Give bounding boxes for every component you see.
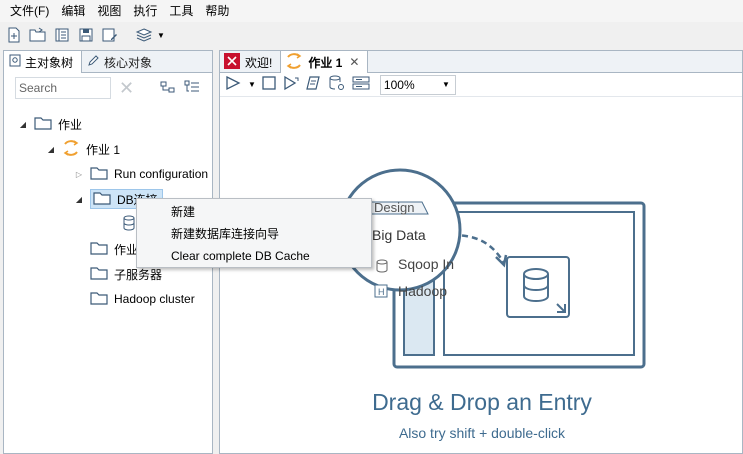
zoom-value: 100% <box>383 77 415 92</box>
menu-edit[interactable]: 编辑 <box>55 0 91 22</box>
tab-job-1-label: 作业 1 <box>308 55 343 70</box>
menu-run[interactable]: 执行 <box>127 0 163 22</box>
job-toolbar: ▼ 100% ▼ <box>220 73 742 97</box>
collapse-all-icon[interactable] <box>184 80 200 97</box>
menu-view[interactable]: 视图 <box>91 0 127 22</box>
folder-icon <box>90 241 108 258</box>
check-job-icon[interactable] <box>306 75 322 94</box>
folder-icon <box>90 291 108 308</box>
main-toolbar: ▼ <box>0 22 743 48</box>
save-as-icon[interactable] <box>99 24 121 46</box>
tree-item-database-connection[interactable] <box>122 213 136 235</box>
search-input[interactable]: Search <box>15 77 111 99</box>
search-doc-icon <box>9 54 21 70</box>
explore-repository-icon[interactable] <box>51 24 73 46</box>
expanded-arrow-icon[interactable]: ◢ <box>18 120 28 129</box>
folder-icon <box>34 116 52 133</box>
job-icon <box>62 139 80 159</box>
tab-view-label: 主对象树 <box>25 55 74 70</box>
tree-item-job-1[interactable]: ◢ 作业 1 <box>46 138 120 160</box>
left-tab-bar: 主对象树 核心对象 <box>4 51 212 73</box>
tab-welcome-label: 欢迎! <box>245 55 273 70</box>
drag-drop-subtitle: Also try shift + double-click <box>398 425 566 441</box>
welcome-icon <box>224 52 240 72</box>
new-file-icon[interactable] <box>3 24 25 46</box>
search-row: Search ✕ <box>4 73 212 103</box>
sqoop-import-label: Sqoop In <box>398 256 454 272</box>
replay-icon[interactable] <box>282 75 300 94</box>
tree-item-label: 子服务器 <box>114 267 163 282</box>
tab-design-label: 核心对象 <box>104 55 153 70</box>
context-menu-clear-db-cache[interactable]: Clear complete DB Cache <box>137 245 371 267</box>
database-explorer-icon[interactable] <box>352 75 370 94</box>
svg-text:H: H <box>378 287 385 297</box>
drag-drop-title: Drag & Drop an Entry <box>372 389 592 415</box>
design-tab-label: Design <box>374 200 414 215</box>
menu-bar: 文件(F) 编辑 视图 执行 工具 帮助 <box>0 0 743 22</box>
context-menu-new-db-wizard[interactable]: 新建数据库连接向导 <box>137 223 371 245</box>
big-data-label: Big Data <box>372 227 426 243</box>
context-menu: 新建 新建数据库连接向导 Clear complete DB Cache <box>136 198 372 268</box>
zoom-select[interactable]: 100% ▼ <box>379 74 456 95</box>
tree-item-label: 作业 <box>114 242 139 257</box>
run-icon[interactable] <box>224 75 242 94</box>
chevron-down-icon[interactable]: ▼ <box>248 80 256 89</box>
chevron-down-icon[interactable]: ▼ <box>157 31 165 40</box>
tree-item-label: 作业 <box>58 117 83 132</box>
expanded-arrow-icon[interactable]: ◢ <box>74 195 84 204</box>
close-icon[interactable]: ✕ <box>349 55 359 69</box>
tree-item-label: Hadoop cluster <box>114 292 195 306</box>
tree-item-label: Run configuration <box>114 167 209 181</box>
job-icon <box>285 52 303 72</box>
menu-file[interactable]: 文件(F) <box>4 0 55 22</box>
context-menu-new[interactable]: 新建 <box>137 201 371 223</box>
tab-welcome[interactable]: 欢迎! <box>220 51 280 73</box>
folder-icon <box>93 191 111 208</box>
expanded-arrow-icon[interactable]: ◢ <box>46 145 56 154</box>
save-icon[interactable] <box>75 24 97 46</box>
tree-item-jobs-2[interactable]: 作业 <box>90 238 138 260</box>
database-icon <box>122 215 136 234</box>
tree-item-label: 作业 1 <box>86 142 121 157</box>
menu-tools[interactable]: 工具 <box>163 0 199 22</box>
collapsed-arrow-icon[interactable]: ▷ <box>74 170 84 179</box>
tab-view[interactable]: 主对象树 <box>4 51 83 73</box>
folder-icon <box>90 166 108 183</box>
folder-icon <box>90 266 108 283</box>
menu-help[interactable]: 帮助 <box>199 0 235 22</box>
open-folder-icon[interactable] <box>27 24 49 46</box>
tree-item-hadoop-cluster[interactable]: Hadoop cluster <box>90 288 195 310</box>
sql-icon[interactable] <box>328 75 346 94</box>
clear-search-icon[interactable]: ✕ <box>119 79 134 97</box>
expand-all-icon[interactable] <box>160 80 176 97</box>
hadoop-label: Hadoop <box>398 283 447 299</box>
pencil-icon <box>87 54 100 70</box>
tab-design[interactable]: 核心对象 <box>82 51 160 73</box>
tree-item-jobs[interactable]: ◢ 作业 <box>18 113 82 135</box>
chevron-down-icon: ▼ <box>442 80 450 89</box>
tree-item-run-configuration[interactable]: ▷ Run configuration <box>74 163 208 185</box>
perspective-layers-icon[interactable] <box>133 24 155 46</box>
stop-icon[interactable] <box>262 76 276 93</box>
editor-tab-bar: 欢迎! 作业 1 ✕ <box>220 51 742 73</box>
tab-job-1[interactable]: 作业 1 ✕ <box>280 51 369 73</box>
